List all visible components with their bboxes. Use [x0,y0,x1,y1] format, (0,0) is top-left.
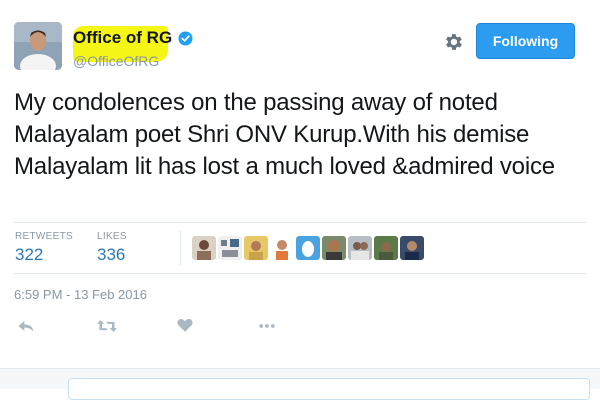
likes-label: LIKES [97,231,127,242]
liker-avatar-7[interactable] [348,236,372,260]
liker-avatar-3[interactable] [244,236,268,260]
retweets-count: 322 [15,245,44,264]
reply-icon[interactable] [16,316,38,338]
tweet-text: My condolences on the passing away of no… [14,89,555,180]
tweet-stats: RETWEETS 322 LIKES 336 [14,222,586,274]
liker-avatar-9[interactable] [400,236,424,260]
retweet-icon[interactable] [96,316,118,338]
liker-avatar-6[interactable] [322,236,346,260]
more-icon[interactable] [256,316,278,338]
author-avatar[interactable] [14,22,62,70]
following-button[interactable]: Following [476,23,575,59]
likers-avatars [192,236,426,260]
author-display-name[interactable]: Office of RG [73,28,172,48]
verified-badge-icon [178,31,193,46]
liker-avatar-8[interactable] [374,236,398,260]
gear-icon[interactable] [442,31,464,53]
stats-divider [180,231,181,265]
tweet-card: Office of RG @OfficeOfRG Following My co… [0,0,600,368]
liker-avatar-4[interactable] [270,236,294,260]
liker-avatar-5[interactable] [296,236,320,260]
tweet-timestamp[interactable]: 6:59 PM - 13 Feb 2016 [14,287,147,302]
retweets-stat[interactable]: RETWEETS 322 [15,231,73,265]
likes-count: 336 [97,245,126,264]
liker-avatar-1[interactable] [192,236,216,260]
author-handle[interactable]: @OfficeOfRG [73,53,159,69]
reply-input[interactable] [68,378,590,400]
author-name-row: Office of RG [73,28,193,48]
retweets-label: RETWEETS [15,231,73,242]
likes-stat[interactable]: LIKES 336 [97,231,127,265]
liker-avatar-2[interactable] [218,236,242,260]
like-icon[interactable] [176,316,198,338]
